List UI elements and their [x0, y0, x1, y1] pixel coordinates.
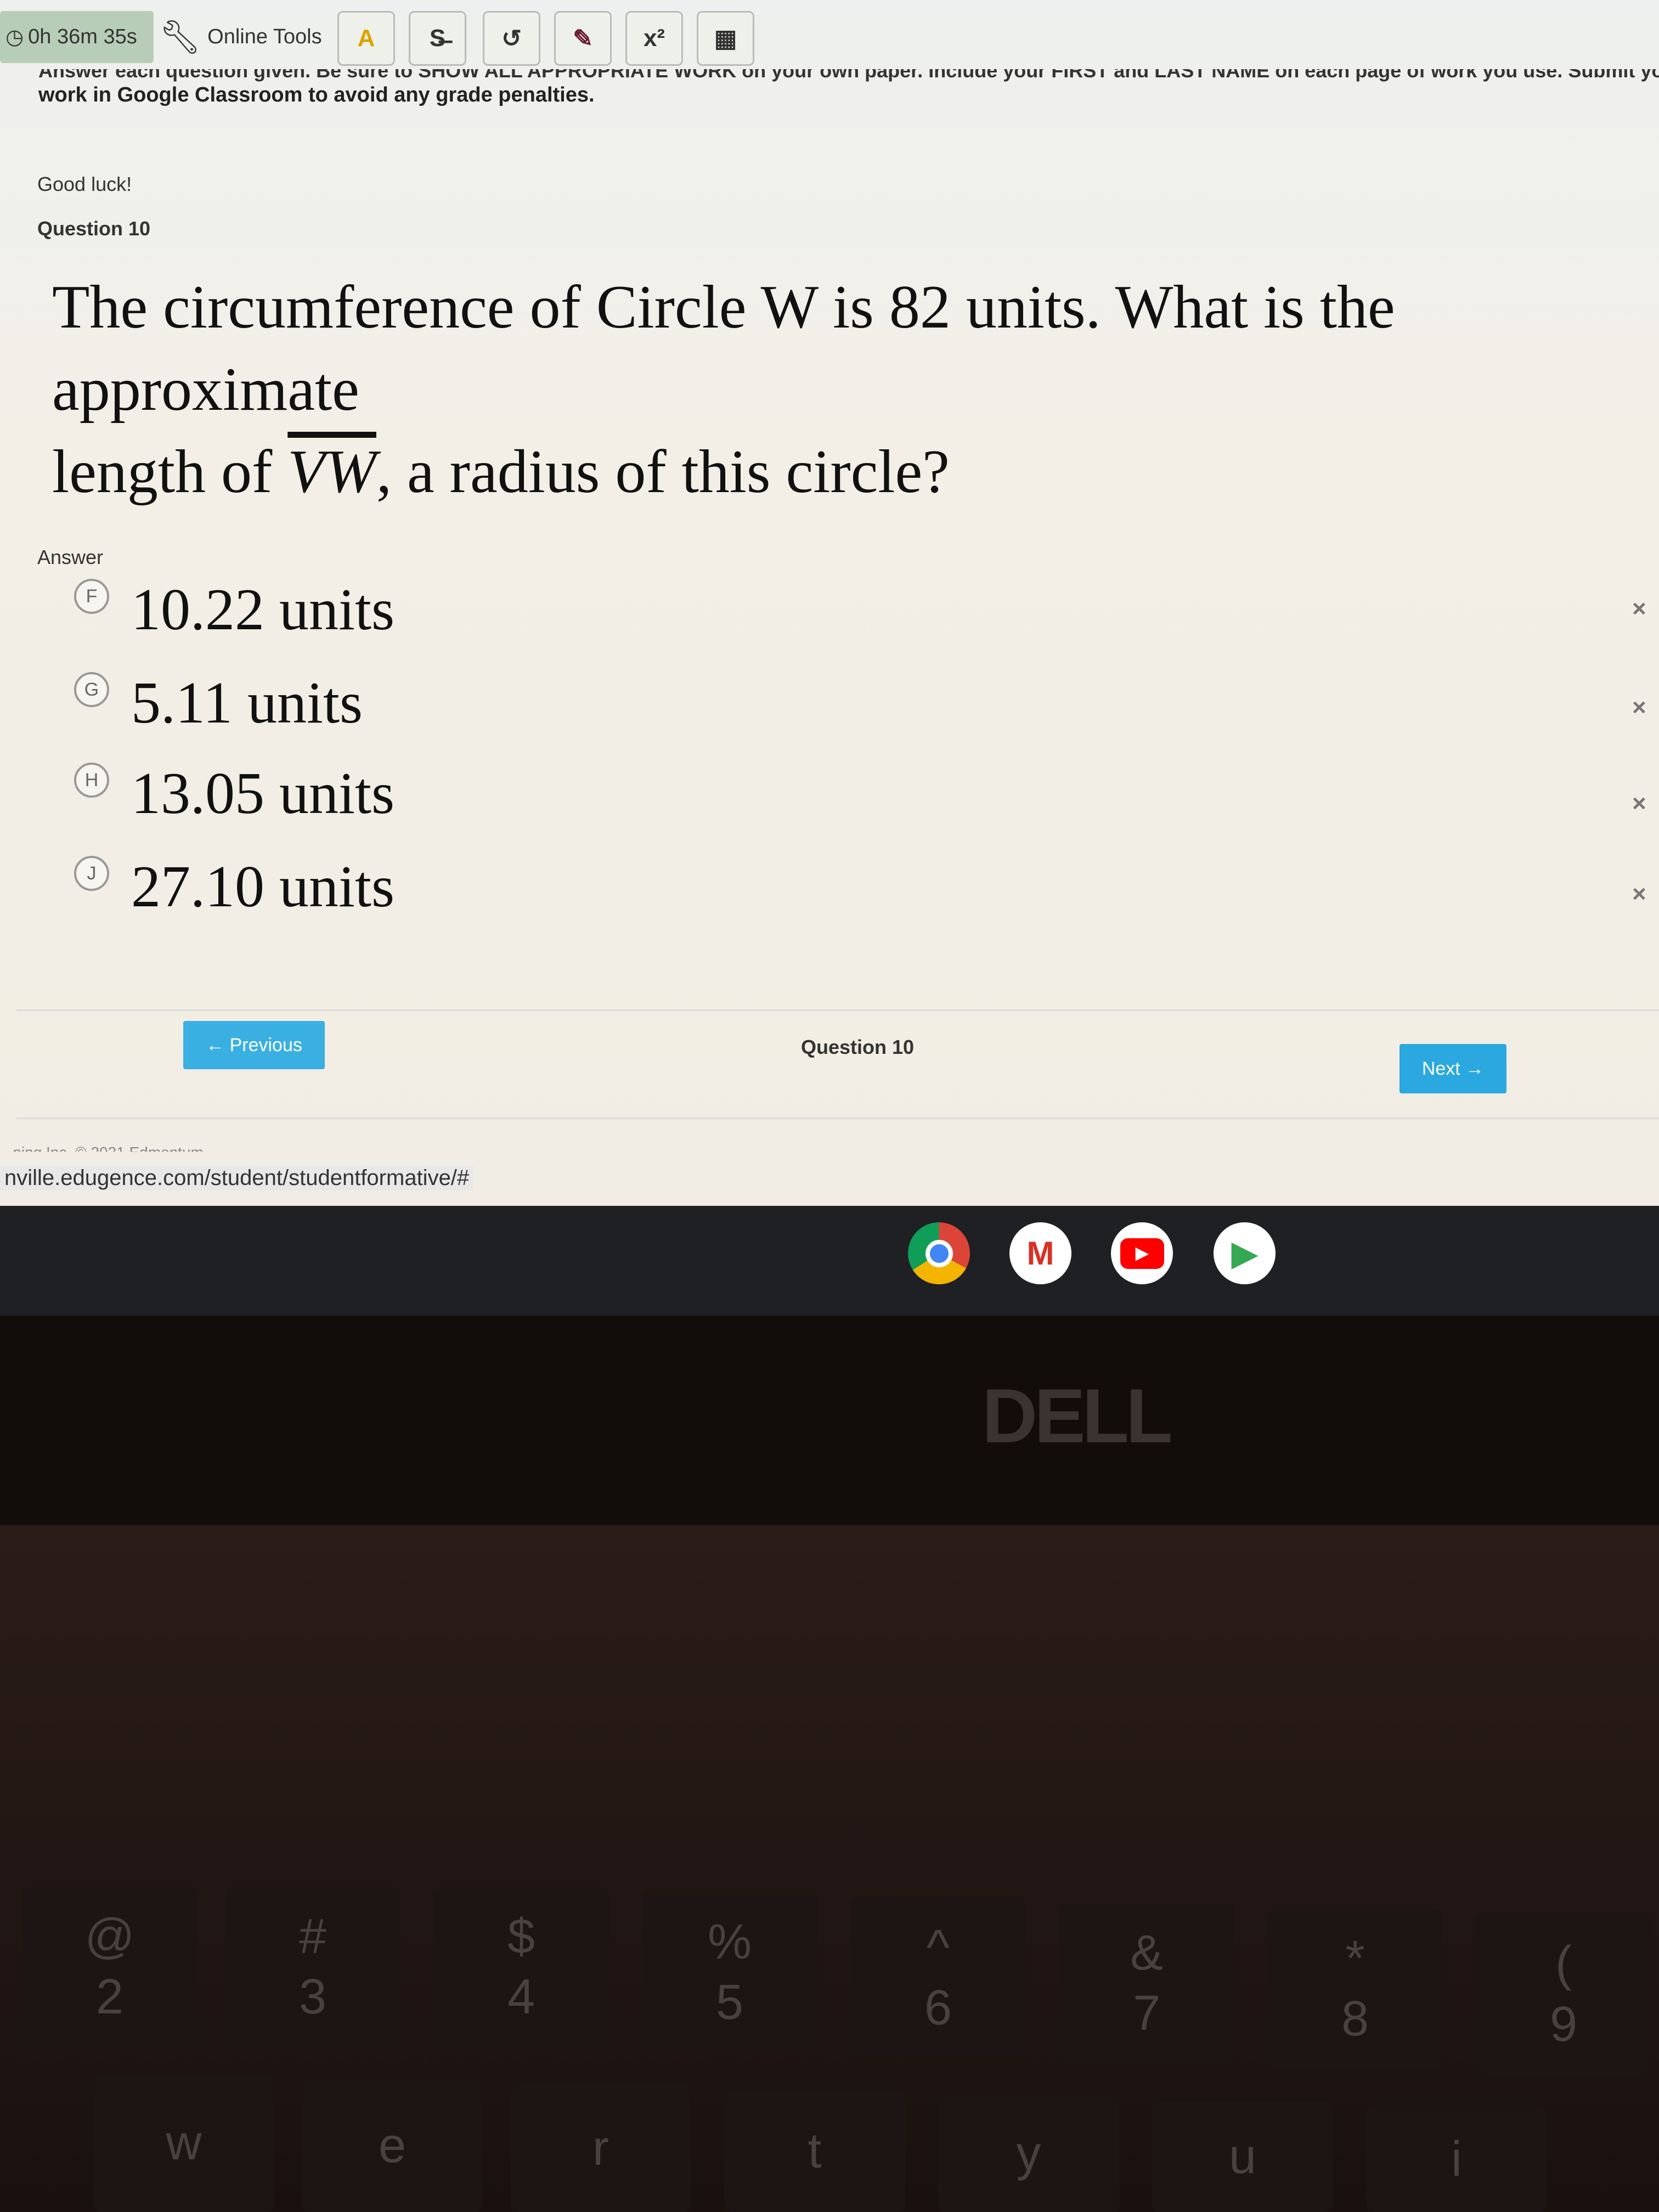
- question-number: Question 10: [37, 217, 151, 240]
- key-label: 6: [924, 1980, 952, 2035]
- question-text: The circumference of Circle W is 82 unit…: [52, 266, 1643, 513]
- good-luck-text: Good luck!: [37, 173, 132, 195]
- eliminate-j-icon[interactable]: ×: [1632, 881, 1646, 908]
- youtube-icon[interactable]: ▶: [1111, 1222, 1173, 1284]
- key-label: %: [707, 1915, 752, 1970]
- online-tools-label: Online Tools: [207, 25, 322, 48]
- key-y[interactable]: y: [938, 2096, 1119, 2212]
- highlighter-icon[interactable]: A: [337, 11, 395, 66]
- segment-vw: VW: [287, 438, 376, 506]
- key-label: 5: [715, 1975, 744, 2030]
- undo-icon[interactable]: ↺: [483, 11, 540, 66]
- key-4[interactable]: $4: [433, 1887, 609, 2046]
- gmail-icon[interactable]: M: [1009, 1222, 1071, 1284]
- key-label: 7: [1132, 1986, 1161, 2041]
- key-e[interactable]: e: [302, 2079, 483, 2212]
- status-url: nville.edugence.com/student/studentforma…: [0, 1166, 474, 1190]
- key-9[interactable]: (9: [1476, 1915, 1651, 2074]
- key-5[interactable]: % 5: [642, 1893, 817, 2052]
- question-part: length of: [52, 438, 288, 506]
- chromeos-shelf: M ▶ ▶: [0, 1206, 1659, 1316]
- option-letter: F: [74, 579, 109, 614]
- key-6[interactable]: ^ 6: [850, 1898, 1026, 2057]
- dell-logo: DELL: [982, 1373, 1173, 1459]
- answer-label: Answer: [37, 546, 104, 568]
- question-line-1: The circumference of Circle W is 82 unit…: [52, 273, 1395, 424]
- option-letter: H: [74, 763, 109, 798]
- key-8[interactable]: * 8: [1267, 1909, 1443, 2068]
- key-label: 2: [95, 1970, 124, 2024]
- key-t[interactable]: t: [724, 2090, 905, 2212]
- option-g[interactable]: G 5.11 units: [74, 669, 363, 737]
- option-text: 10.22 units: [131, 577, 395, 642]
- eliminate-g-icon[interactable]: ×: [1632, 694, 1646, 721]
- key-label: 4: [507, 1970, 535, 2024]
- question-part: , a radius of this circle?: [376, 438, 950, 506]
- option-h[interactable]: H 13.05 units: [74, 760, 394, 828]
- key-label: 8: [1341, 1991, 1369, 2046]
- question-line-2: length of VW, a radius of this circle?: [52, 431, 1643, 513]
- timer: ◷ 0h 36m 35s: [0, 11, 154, 63]
- option-letter: G: [74, 672, 109, 707]
- eliminate-f-icon[interactable]: ×: [1632, 595, 1646, 623]
- option-letter: J: [74, 856, 109, 891]
- key-label: *: [1345, 1931, 1365, 1986]
- option-text: 27.10 units: [131, 854, 395, 919]
- browser-screen: ◷ 0h 36m 35s 🔧︎ Online Tools A S̶ ↺ ✎ x² ▦…: [0, 0, 1659, 1207]
- key-i[interactable]: i: [1366, 2107, 1547, 2212]
- key-r[interactable]: r: [510, 2085, 691, 2212]
- key-2[interactable]: @2: [22, 1887, 198, 2046]
- copyright: ...ning Inc. © 2021 Edmentum: [0, 1144, 204, 1161]
- key-label: $: [507, 1909, 535, 1964]
- key-u[interactable]: u: [1152, 2101, 1333, 2212]
- key-label: ^: [926, 1920, 950, 1975]
- pencil-icon[interactable]: ✎: [554, 11, 612, 66]
- next-button[interactable]: Next →: [1400, 1044, 1506, 1093]
- instructions-line-2: work in Google Classroom to avoid any gr…: [38, 83, 595, 106]
- strikethrough-icon[interactable]: S̶: [409, 11, 466, 66]
- current-question: Question 10: [801, 1036, 915, 1058]
- calculator-icon[interactable]: ▦: [697, 11, 754, 66]
- previous-button[interactable]: ← Previous: [183, 1021, 325, 1069]
- online-tools-button[interactable]: 🔧︎ Online Tools: [159, 11, 322, 63]
- key-3[interactable]: #3: [225, 1887, 400, 2046]
- superscript-icon[interactable]: x²: [625, 11, 683, 66]
- play-store-icon[interactable]: ▶: [1214, 1222, 1276, 1284]
- key-w[interactable]: w: [93, 2074, 274, 2212]
- key-label: @: [84, 1909, 135, 1964]
- key-label: 9: [1549, 1997, 1578, 2052]
- wrench-icon: 🔧︎: [159, 19, 201, 55]
- clock-icon: ◷: [5, 26, 24, 49]
- key-label: 3: [298, 1970, 327, 2024]
- option-f[interactable]: F 10.22 units: [74, 576, 394, 644]
- key-label: &: [1130, 1926, 1164, 1980]
- key-label: (: [1555, 1937, 1572, 1991]
- option-text: 13.05 units: [131, 761, 395, 826]
- keyboard: @2 #3 $4 % 5 ^ 6 & 7 * 8 (9 w e r t y u i: [0, 1525, 1659, 2212]
- key-7[interactable]: & 7: [1059, 1904, 1234, 2063]
- timer-text: 0h 36m 35s: [28, 25, 137, 48]
- option-j[interactable]: J 27.10 units: [74, 853, 394, 921]
- chrome-icon[interactable]: [908, 1222, 970, 1284]
- eliminate-h-icon[interactable]: ×: [1632, 790, 1646, 817]
- option-text: 5.11 units: [131, 670, 363, 736]
- key-label: #: [298, 1909, 327, 1964]
